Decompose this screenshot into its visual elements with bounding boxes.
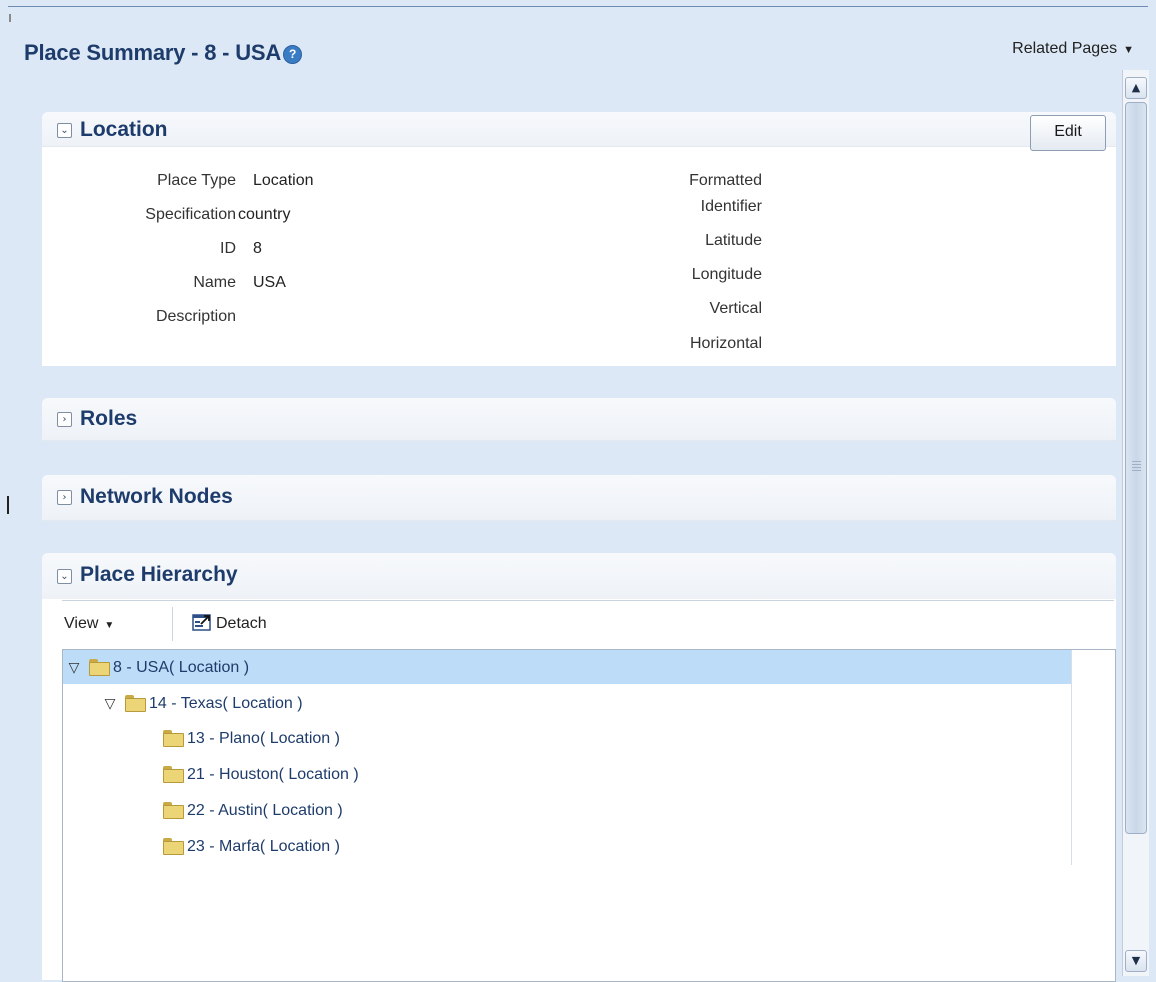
place-type-label: Place Type <box>157 172 236 189</box>
identifier-label: Identifier <box>700 198 762 215</box>
page-title: Place Summary - 8 - USA? <box>24 40 303 66</box>
roles-panel: › Roles <box>42 398 1116 441</box>
tree-node[interactable]: 23 - Marfa( Location ) <box>163 830 340 864</box>
name-value: USA <box>253 274 286 291</box>
location-panel-header[interactable]: ⌄ Location Edit <box>42 112 1116 151</box>
chevron-right-icon[interactable]: › <box>57 490 72 505</box>
page-title-text: Place Summary - 8 - USA <box>24 40 282 65</box>
chevron-down-icon: ▼ <box>1123 44 1134 56</box>
chevron-down-icon[interactable]: ⌄ <box>57 123 72 138</box>
formatted-label: Formatted <box>689 172 762 189</box>
triangle-down-icon[interactable]: ▽ <box>101 686 119 720</box>
tree-node-label: 13 - Plano( Location ) <box>187 730 340 747</box>
related-pages-label: Related Pages <box>1012 40 1118 57</box>
tree-node[interactable]: 13 - Plano( Location ) <box>163 722 340 756</box>
place-hierarchy-panel: ⌄ Place Hierarchy View ▼ Detach ▽ 8 - USA(… <box>42 553 1116 982</box>
tree-node[interactable]: 21 - Houston( Location ) <box>163 758 359 792</box>
network-nodes-title: Network Nodes <box>80 485 233 508</box>
chevron-down-icon[interactable]: ⌄ <box>57 569 72 584</box>
tree-node[interactable]: 22 - Austin( Location ) <box>163 794 343 828</box>
specification-value: country <box>238 206 291 223</box>
top-border <box>8 6 1148 7</box>
id-label: ID <box>220 240 236 257</box>
network-nodes-panel-header[interactable]: › Network Nodes <box>42 475 1116 521</box>
roles-panel-header[interactable]: › Roles <box>42 398 1116 441</box>
splitter-handle[interactable] <box>7 496 9 514</box>
tree-node-label: 14 - Texas( Location ) <box>149 695 303 712</box>
horizontal-label: Horizontal <box>689 335 762 352</box>
vertical-scrollbar[interactable]: ▲ ▼ <box>1122 70 1149 976</box>
folder-icon <box>89 659 110 676</box>
folder-icon <box>163 802 184 819</box>
scrollbar-thumb[interactable] <box>1125 102 1147 834</box>
detach-button[interactable]: Detach <box>192 613 267 633</box>
chevron-right-icon[interactable]: › <box>57 412 72 427</box>
toolbar-divider <box>172 607 173 641</box>
roles-title: Roles <box>80 407 138 430</box>
description-label: Description <box>155 308 236 325</box>
help-icon[interactable]: ? <box>283 45 303 64</box>
tree-node-label: 22 - Austin( Location ) <box>187 802 343 819</box>
place-hierarchy-tree: ▽ 8 - USA( Location ) ▽ 14 - Texas( Locati… <box>62 649 1116 982</box>
place-type-value: Location <box>253 172 314 189</box>
edit-button[interactable]: Edit <box>1030 115 1106 151</box>
tree-node[interactable]: ▽ 8 - USA( Location ) <box>63 650 1071 684</box>
place-hierarchy-title: Place Hierarchy <box>80 563 238 586</box>
network-nodes-panel: › Network Nodes <box>42 475 1116 521</box>
location-title: Location <box>80 118 168 141</box>
triangle-down-icon[interactable]: ▽ <box>65 650 83 684</box>
location-panel: ⌄ Location Edit Place Type Location Spec… <box>42 112 1116 366</box>
longitude-label: Longitude <box>691 266 762 283</box>
view-menu[interactable]: View ▼ <box>64 615 114 633</box>
related-pages-menu[interactable]: Related Pages ▼ <box>1012 40 1134 58</box>
view-menu-label: View <box>64 615 99 632</box>
folder-icon <box>163 766 184 783</box>
scroll-up-icon[interactable]: ▲ <box>1125 77 1147 99</box>
folder-icon <box>163 838 184 855</box>
corner-mark <box>9 14 11 22</box>
tree-node-label: 21 - Houston( Location ) <box>187 766 359 783</box>
id-value: 8 <box>253 240 262 257</box>
name-label: Name <box>193 274 236 291</box>
tree-node[interactable]: ▽ 14 - Texas( Location ) <box>101 686 303 720</box>
grip-icon <box>1132 461 1141 471</box>
hierarchy-toolbar: View ▼ Detach <box>62 600 1114 647</box>
folder-icon <box>163 730 184 747</box>
scroll-down-icon[interactable]: ▼ <box>1125 950 1147 972</box>
tree-node-label: 23 - Marfa( Location ) <box>187 838 340 855</box>
latitude-label: Latitude <box>705 232 762 249</box>
tree-node-label: 8 - USA( Location ) <box>113 659 250 676</box>
tree-column-divider <box>1071 650 1072 865</box>
detach-icon <box>192 613 212 631</box>
specification-label: Specification <box>145 206 236 223</box>
detach-label: Detach <box>216 615 267 632</box>
chevron-down-icon: ▼ <box>104 620 115 631</box>
vertical-label: Vertical <box>709 300 762 317</box>
place-hierarchy-panel-header[interactable]: ⌄ Place Hierarchy <box>42 553 1116 599</box>
folder-icon <box>125 695 146 712</box>
